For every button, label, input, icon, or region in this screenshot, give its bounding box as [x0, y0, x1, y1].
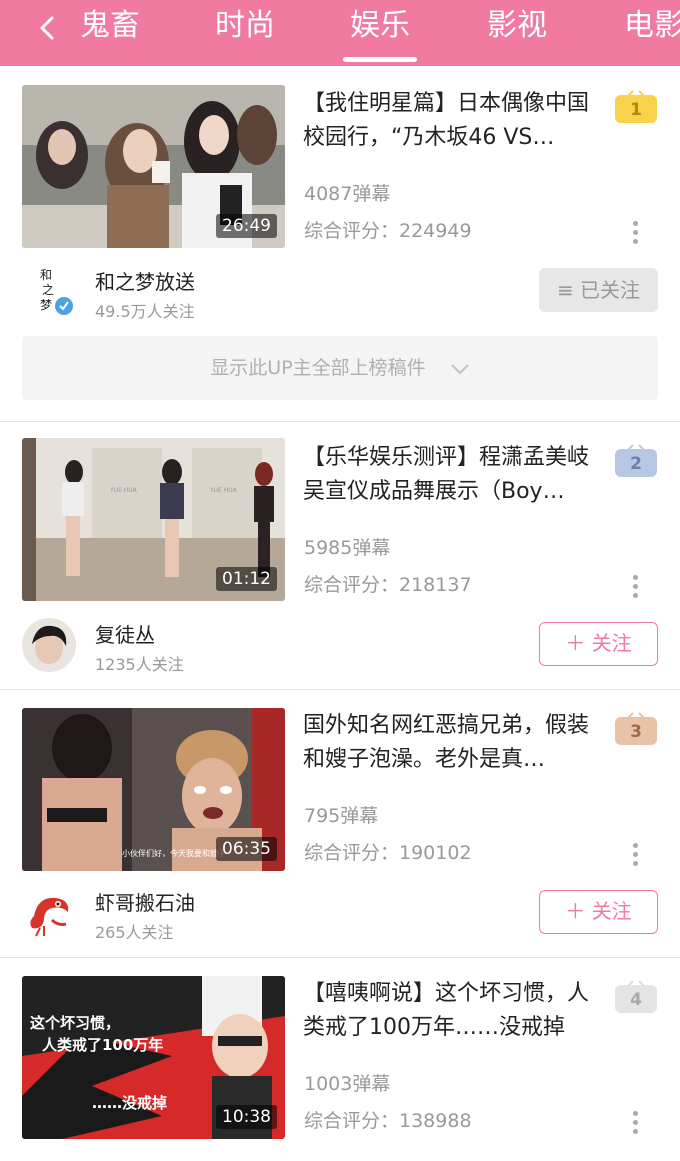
category-tab-bar: 鬼畜 时尚 娱乐 影视 电影: [0, 0, 680, 66]
active-tab-indicator: [343, 57, 417, 62]
uploader-name[interactable]: 复徒丛: [95, 619, 155, 648]
tab-entertainment[interactable]: 娱乐: [350, 6, 410, 46]
followed-button[interactable]: ≡ 已关注: [539, 268, 658, 312]
more-options-icon[interactable]: [627, 218, 643, 248]
uploader-fans: 265人关注: [95, 923, 174, 942]
ranking-list: 26:49 【我住明星篇】日本偶像中国校园行，“乃木坂46 VS… 1 4087…: [0, 66, 680, 1161]
rank-badge-3: 3: [614, 712, 658, 746]
video-thumbnail[interactable]: 小伙伴们好，今天我要和嫂子 06:35: [22, 708, 285, 871]
uploader-fans: 1235人关注: [95, 655, 184, 674]
more-options-icon[interactable]: [627, 1108, 643, 1138]
list-item[interactable]: 小伙伴们好，今天我要和嫂子 06:35 国外知名网红恶搞兄弟，假装和嫂子泡澡。老…: [0, 690, 680, 958]
video-title[interactable]: 【嘻咦啊说】这个坏习惯，人类戒了100万年……没戒掉: [303, 977, 593, 1045]
list-item[interactable]: YUE HUA YUE HUA 01:12 【乐华娱乐测评】程潇孟美岐吴宣仪成品…: [0, 422, 680, 690]
svg-text:梦: 梦: [40, 298, 52, 312]
list-item[interactable]: 26:49 【我住明星篇】日本偶像中国校园行，“乃木坂46 VS… 1 4087…: [0, 66, 680, 422]
more-options-icon[interactable]: [627, 572, 643, 602]
svg-text:小伙伴们好，今天我要和嫂子: 小伙伴们好，今天我要和嫂子: [122, 848, 226, 858]
svg-text:之: 之: [42, 283, 54, 297]
video-duration: 06:35: [216, 837, 277, 861]
overall-score: 综合评分：218137: [304, 574, 472, 596]
video-duration: 26:49: [216, 214, 277, 238]
follow-button[interactable]: ＋ 关注: [539, 890, 658, 934]
danmaku-count: 5985弹幕: [304, 537, 391, 559]
list-item[interactable]: 这个坏习惯， 人类戒了100万年 ……没戒掉 10:38 【嘻咦啊说】这个坏习惯…: [0, 958, 680, 1161]
back-arrow-icon[interactable]: [34, 14, 62, 42]
uploader-name[interactable]: 虾哥搬石油: [95, 887, 195, 916]
show-all-uploads-button[interactable]: 显示此UP主全部上榜稿件: [22, 336, 658, 400]
video-duration: 01:12: [216, 567, 277, 591]
video-title[interactable]: 【我住明星篇】日本偶像中国校园行，“乃木坂46 VS…: [303, 87, 593, 155]
danmaku-count: 795弹幕: [304, 805, 379, 827]
svg-text:人类戒了100万年: 人类戒了100万年: [42, 1036, 163, 1054]
uploader-name[interactable]: 和之梦放送: [95, 266, 195, 295]
rank-badge-4: 4: [614, 980, 658, 1014]
rank-badge-2: 2: [614, 444, 658, 478]
tab-fashion[interactable]: 时尚: [215, 6, 275, 46]
svg-text:YUE HUA: YUE HUA: [209, 487, 238, 494]
uploader-fans: 49.5万人关注: [95, 302, 195, 321]
avatar[interactable]: 和 之 梦: [22, 262, 76, 316]
danmaku-count: 4087弹幕: [304, 183, 391, 205]
chevron-down-icon: [450, 337, 470, 401]
follow-button[interactable]: ＋ 关注: [539, 622, 658, 666]
overall-score: 综合评分：190102: [304, 842, 472, 864]
danmaku-count: 1003弹幕: [304, 1073, 391, 1095]
video-thumbnail[interactable]: 这个坏习惯， 人类戒了100万年 ……没戒掉 10:38: [22, 976, 285, 1139]
more-options-icon[interactable]: [627, 840, 643, 870]
video-thumbnail[interactable]: YUE HUA YUE HUA 01:12: [22, 438, 285, 601]
overall-score: 综合评分：224949: [304, 220, 472, 242]
svg-text:……没戒掉: ……没戒掉: [92, 1094, 167, 1112]
svg-text:YUE HUA: YUE HUA: [109, 487, 138, 494]
video-title[interactable]: 国外知名网红恶搞兄弟，假装和嫂子泡澡。老外是真…: [303, 709, 593, 777]
svg-text:和: 和: [40, 268, 52, 282]
shrimp-avatar-icon[interactable]: [22, 886, 76, 940]
avatar[interactable]: [22, 618, 76, 672]
tab-movie[interactable]: 电影: [624, 6, 680, 46]
video-title[interactable]: 【乐华娱乐测评】程潇孟美岐吴宣仪成品舞展示（Boy…: [303, 441, 593, 509]
tab-guichu[interactable]: 鬼畜: [80, 6, 140, 46]
overall-score: 综合评分：138988: [304, 1110, 472, 1132]
video-thumbnail[interactable]: 26:49: [22, 85, 285, 248]
svg-text:这个坏习惯，: 这个坏习惯，: [30, 1014, 120, 1032]
rank-badge-1: 1: [614, 90, 658, 124]
video-duration: 10:38: [216, 1105, 277, 1129]
tab-film-tv[interactable]: 影视: [487, 6, 547, 46]
